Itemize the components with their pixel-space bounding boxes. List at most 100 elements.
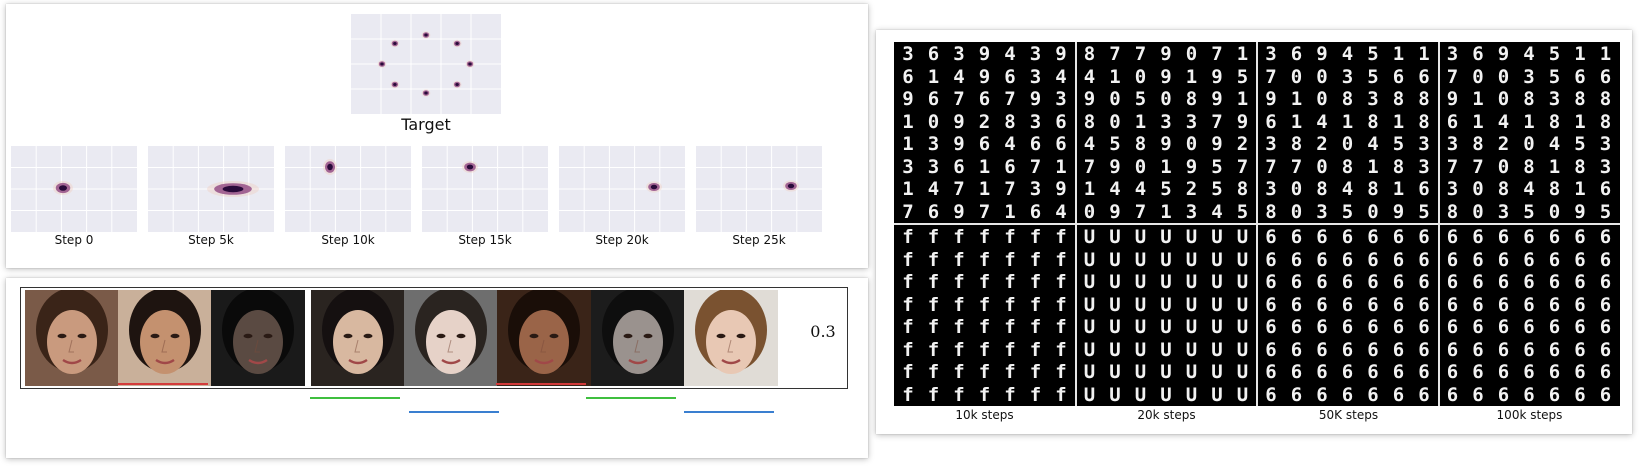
collapsed-digit-sample: f	[902, 271, 914, 293]
collapsed-digit-sample: f	[902, 248, 914, 271]
digit-sample: 7	[1211, 110, 1223, 133]
collapsed-digit-sample: 6	[1316, 293, 1328, 316]
collapsed-digit-sample: f	[953, 338, 965, 361]
face-sample-image	[497, 290, 591, 386]
digit-sample: 5	[1574, 133, 1586, 155]
collapsed-digit-sample: 6	[1265, 293, 1277, 316]
collapsed-digit-sample: U	[1236, 361, 1249, 383]
collapsed-digit-sample: f	[1004, 248, 1016, 271]
step-plot	[696, 146, 822, 232]
target-mode-point	[465, 60, 475, 68]
face-sample-image	[311, 290, 405, 386]
collapsed-digit-sample: f	[927, 293, 940, 316]
collapsed-digit-sample: f	[978, 361, 991, 383]
collapsed-digit-sample: 6	[1316, 383, 1328, 406]
digit-sample: 3	[927, 155, 940, 178]
target-mode-point	[452, 39, 462, 48]
collapsed-digit-sample: U	[1185, 383, 1198, 406]
collapsed-digit-sample: 6	[1472, 316, 1484, 338]
step-label: Step 25k	[732, 233, 786, 247]
collapsed-digit-sample: f	[953, 248, 965, 271]
digit-sample: 7	[1446, 65, 1459, 88]
step-label: Step 10k	[321, 233, 375, 247]
digit-sample: 8	[1523, 155, 1535, 178]
collapsed-digit-sample: 6	[1548, 271, 1561, 293]
collapsed-digit-sample: 6	[1446, 248, 1459, 271]
digit-sample: 9	[1211, 133, 1223, 155]
digit-sample: 4	[1316, 110, 1328, 133]
collapsed-digit-sample: 6	[1497, 271, 1510, 293]
segment-line	[586, 397, 676, 399]
collapsed-digit-sample: 6	[1316, 361, 1328, 383]
digit-sample: 0	[1316, 88, 1328, 110]
digit-sample: 1	[1472, 88, 1484, 110]
collapsed-digit-sample: U	[1211, 271, 1223, 293]
digit-sample: 1	[1367, 155, 1379, 178]
collapsed-digit-sample: 6	[1548, 293, 1561, 316]
digit-sample: 7	[1446, 155, 1459, 178]
digit-sample: 5	[1548, 43, 1561, 65]
collapsed-digit-sample: 6	[1316, 248, 1328, 271]
collapsed-digit-sample: f	[1029, 293, 1042, 316]
digit-sample: 9	[902, 88, 914, 110]
digit-sample: 3	[1055, 88, 1067, 110]
collapsed-digit-sample: 6	[1316, 338, 1328, 361]
digit-sample: 4	[1523, 178, 1535, 200]
collapsed-digit-sample: U	[1185, 226, 1198, 248]
digit-sample: 4	[1134, 178, 1147, 200]
digit-sample: 1	[1083, 178, 1096, 200]
digit-sample: 1	[1236, 88, 1249, 110]
mnist-sample-grid: 3639439614963496767931092836139646633616…	[894, 42, 1620, 406]
digit-sample: 4	[1055, 200, 1067, 223]
digit-sample: 0	[1109, 88, 1121, 110]
digit-sample: 6	[1392, 65, 1405, 88]
digit-sample: 3	[902, 43, 914, 65]
digit-sample: 0	[1160, 88, 1172, 110]
digit-sample: 1	[902, 178, 914, 200]
collapsed-digit-sample: 6	[1599, 248, 1612, 271]
digit-sample: 1	[1109, 65, 1121, 88]
collapsed-digit-sample: U	[1083, 316, 1096, 338]
collapsed-digit-sample: f	[1004, 293, 1016, 316]
collapsed-digit-sample: f	[902, 316, 914, 338]
faces-value: 0.3	[810, 322, 836, 341]
digit-sample: 3	[1599, 133, 1612, 155]
collapsed-digit-sample: 6	[1574, 338, 1586, 361]
collapsed-digit-sample: U	[1109, 271, 1121, 293]
digit-sample: 0	[1472, 65, 1484, 88]
digit-sample: 1	[1574, 110, 1586, 133]
digit-sample: 2	[1236, 133, 1249, 155]
target-mode-point	[377, 60, 387, 68]
digit-sample: 5	[1392, 133, 1405, 155]
collapsed-digit-sample: U	[1236, 293, 1249, 316]
digit-sample: 0	[1134, 155, 1147, 178]
digit-sample: 8	[1290, 133, 1303, 155]
digit-sample: 0	[1083, 200, 1096, 223]
collapsed-digit-sample: 6	[1290, 338, 1303, 361]
collapsed-digit-sample: 6	[1574, 361, 1586, 383]
collapsed-digit-sample: 6	[1265, 361, 1277, 383]
digit-sample: 1	[902, 110, 914, 133]
digit-sample: 4	[953, 65, 965, 88]
collapsed-digit-sample: 6	[1523, 293, 1535, 316]
segment-line	[684, 411, 774, 413]
collapsed-digit-sample: f	[1029, 248, 1042, 271]
digit-sample: 7	[1134, 43, 1147, 65]
digit-sample: 1	[1290, 110, 1303, 133]
digit-sample: 5	[1548, 65, 1561, 88]
digit-sample: 8	[1523, 88, 1535, 110]
digit-sample: 9	[1211, 65, 1223, 88]
collapsed-digit-sample: f	[1029, 361, 1042, 383]
digit-sample: 0	[1290, 200, 1303, 223]
digit-sample: 8	[1574, 88, 1586, 110]
collapsed-digit-sample: f	[978, 293, 991, 316]
digit-sample: 3	[902, 155, 914, 178]
collapsed-digit-sample: U	[1109, 248, 1121, 271]
collapsed-digit-sample: U	[1236, 248, 1249, 271]
mnist-label-10k: 10k steps	[955, 408, 1014, 422]
digit-sample: 9	[1160, 43, 1172, 65]
digit-sample: 0	[1497, 65, 1510, 88]
collapsed-digit-sample: f	[978, 226, 991, 248]
collapsed-digit-sample: U	[1211, 316, 1223, 338]
collapsed-digit-sample: 6	[1599, 226, 1612, 248]
